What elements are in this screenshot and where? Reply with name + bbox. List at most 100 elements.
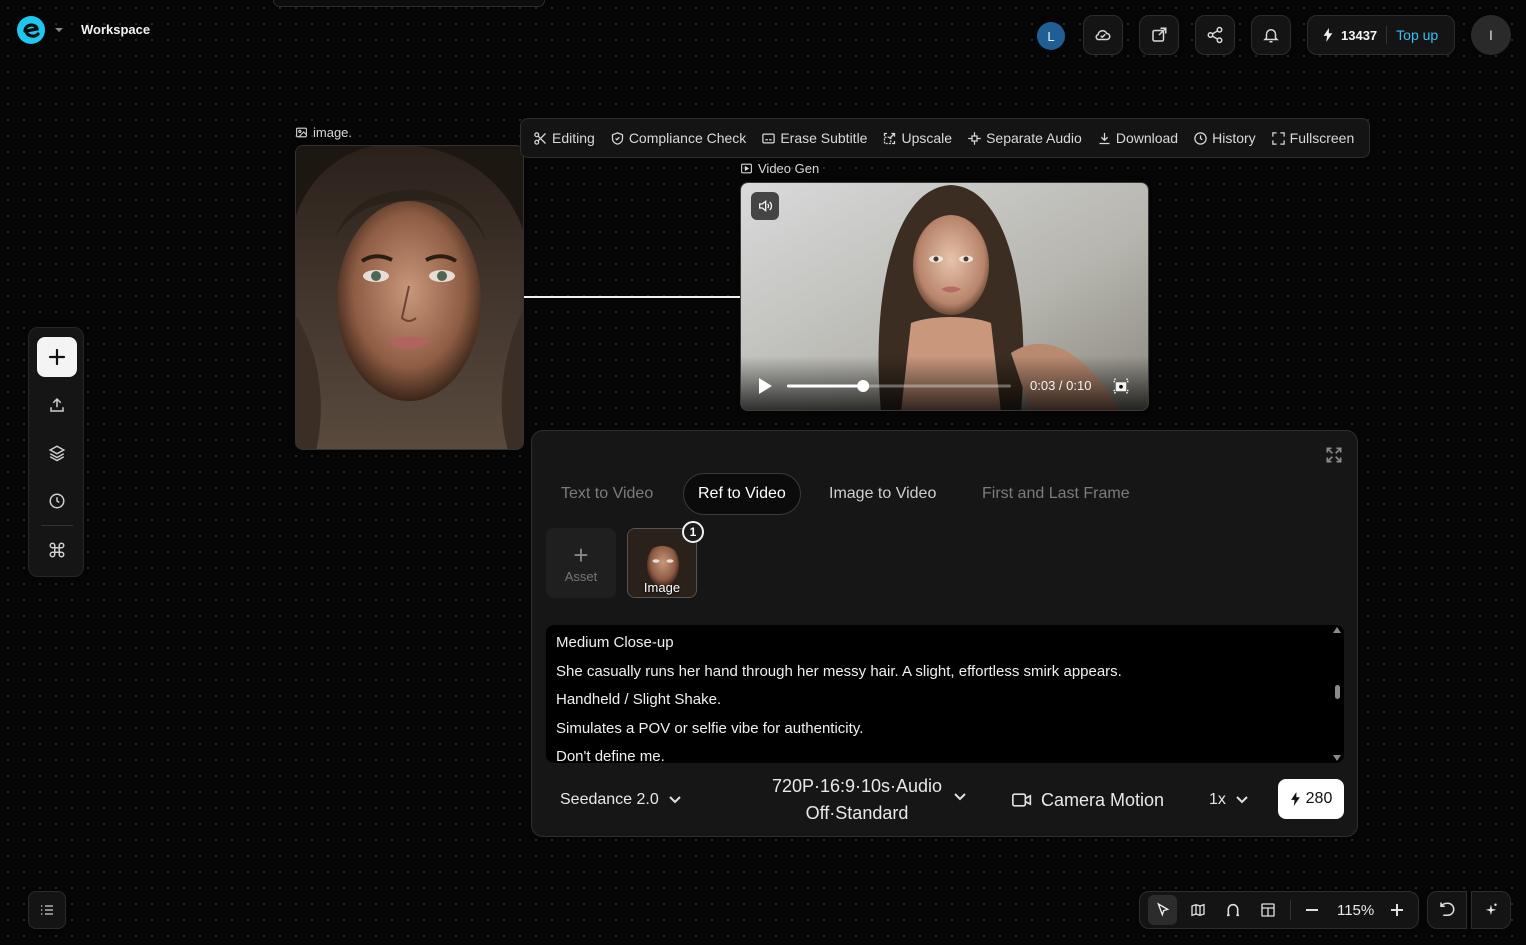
snapshot-button[interactable] — [1112, 377, 1130, 395]
top-panel-stub — [273, 0, 545, 7]
share-icon — [1206, 26, 1224, 44]
editing-label: Editing — [552, 130, 595, 146]
image-node-preview[interactable] — [295, 145, 524, 450]
generate-button[interactable]: 280 — [1278, 779, 1344, 819]
shortcuts-button[interactable] — [37, 532, 77, 568]
prompt-line: Simulates a POV or selfie vibe for authe… — [556, 719, 864, 737]
video-node-label: Video Gen — [740, 161, 819, 176]
play-button[interactable] — [757, 377, 773, 395]
erase-subtitle-label: Erase Subtitle — [780, 130, 868, 146]
asset-count-badge: 1 — [682, 521, 704, 543]
video-node-title: Video Gen — [758, 161, 820, 176]
scroll-down-arrow-icon[interactable] — [1333, 755, 1341, 761]
image-node-title: image. — [313, 125, 353, 140]
ai-assist-button[interactable] — [1471, 891, 1511, 929]
speed-select[interactable]: 1x — [1209, 771, 1248, 829]
prompt-textarea[interactable]: Medium Close-up She casually runs her ha… — [546, 625, 1344, 763]
chevron-down-icon[interactable] — [954, 793, 966, 801]
tab-image-to-video[interactable]: Image to Video — [829, 473, 936, 515]
prompt-line: Medium Close-up — [556, 634, 674, 651]
list-icon — [39, 902, 55, 918]
zoom-out-button[interactable] — [1297, 895, 1326, 925]
camera-motion-button[interactable]: Camera Motion — [1012, 771, 1164, 829]
image-node-label: image. — [295, 125, 352, 140]
editing-button[interactable]: Editing — [533, 130, 595, 146]
user-avatar[interactable]: I — [1471, 15, 1511, 55]
compliance-check-button[interactable]: Compliance Check — [610, 130, 746, 146]
settings-line-1: 720P·16:9·10s·Audio — [771, 776, 943, 796]
prompt-line: Handheld / Slight Shake. — [556, 691, 722, 709]
zoom-level[interactable]: 115% — [1332, 902, 1379, 919]
add-node-button[interactable] — [37, 337, 77, 377]
upload-button[interactable] — [37, 387, 77, 423]
download-label: Download — [1115, 130, 1179, 146]
history-item-button[interactable]: History — [1193, 130, 1256, 146]
select-tool-button[interactable] — [1148, 895, 1178, 925]
separate-audio-button[interactable]: Separate Audio — [967, 130, 1082, 146]
cloud-icon — [1094, 26, 1112, 44]
tab-text-to-video[interactable]: Text to Video — [561, 473, 653, 515]
model-select[interactable]: Seedance 2.0 — [560, 771, 681, 829]
undo-icon — [1438, 901, 1456, 919]
prompt-line: Don't define me. — [556, 748, 665, 763]
video-time: 0:03 / 0:10 — [1030, 378, 1092, 393]
upscale-button[interactable]: Upscale — [882, 130, 952, 146]
clock-icon — [48, 492, 66, 510]
layers-button[interactable] — [37, 435, 77, 471]
layout-icon — [1260, 902, 1276, 918]
video-settings-select[interactable]: 720P·16:9·10s·Audio Off·Standard — [732, 771, 982, 829]
video-progress-slider[interactable] — [787, 378, 1011, 394]
history-label: History — [1212, 130, 1256, 146]
node-toolbar: Editing Compliance Check Erase Subtitle … — [520, 118, 1370, 158]
bell-icon — [1262, 26, 1280, 44]
prompt-line: She casually runs her hand through her m… — [556, 662, 1122, 680]
fullscreen-button[interactable]: Fullscreen — [1271, 130, 1354, 146]
zoom-in-button[interactable] — [1383, 895, 1412, 925]
download-button[interactable]: Download — [1097, 130, 1178, 146]
scrollbar-thumb[interactable] — [1335, 685, 1340, 699]
subtitle-icon — [761, 131, 776, 146]
top-up-link[interactable]: Top up — [1396, 27, 1438, 43]
minus-icon — [1304, 902, 1320, 918]
credits-pill[interactable]: 13437 Top up — [1307, 15, 1455, 55]
open-external-button[interactable] — [1139, 15, 1179, 55]
camera-motion-label: Camera Motion — [1041, 789, 1165, 810]
plus-icon — [1389, 902, 1405, 918]
node-connector — [524, 296, 741, 298]
speaker-icon — [757, 198, 773, 214]
expand-icon — [1324, 445, 1344, 465]
undo-button[interactable] — [1427, 891, 1467, 929]
clock-icon — [1193, 131, 1208, 146]
generate-cost: 280 — [1305, 790, 1333, 807]
map-tool-button[interactable] — [1183, 895, 1212, 925]
generation-panel: Text to Video Ref to Video Image to Vide… — [531, 430, 1358, 837]
magnet-tool-button[interactable] — [1218, 895, 1247, 925]
sound-toggle-button[interactable] — [751, 192, 779, 220]
share-button[interactable] — [1195, 15, 1235, 55]
layout-tool-button[interactable] — [1253, 895, 1282, 925]
canvas-controls: 115% — [1139, 891, 1419, 929]
divider — [1386, 26, 1388, 44]
tab-first-and-last-frame[interactable]: First and Last Frame — [982, 473, 1130, 515]
chevron-down-icon[interactable] — [53, 25, 65, 35]
plus-icon: + — [573, 539, 589, 570]
model-value: Seedance 2.0 — [560, 791, 659, 808]
expand-panel-button[interactable] — [1324, 445, 1344, 465]
scroll-up-arrow-icon[interactable] — [1333, 627, 1341, 633]
video-player[interactable]: 0:03 / 0:10 — [740, 182, 1149, 411]
cloud-sync-button[interactable] — [1083, 15, 1123, 55]
outline-button[interactable] — [28, 891, 66, 929]
app-logo-icon[interactable] — [16, 14, 46, 46]
erase-subtitle-button[interactable]: Erase Subtitle — [761, 130, 867, 146]
add-asset-button[interactable]: + Asset — [546, 528, 616, 598]
collaborator-avatar[interactable]: L — [1037, 22, 1065, 50]
tab-ref-to-video[interactable]: Ref to Video — [683, 473, 801, 515]
separate-audio-icon — [967, 131, 982, 146]
plus-icon — [48, 348, 66, 366]
speed-value: 1x — [1209, 791, 1226, 808]
shield-check-icon — [610, 131, 625, 146]
chevron-down-icon — [1236, 796, 1248, 804]
workspace-title[interactable]: Workspace — [81, 22, 150, 37]
history-button[interactable] — [37, 483, 77, 519]
notifications-button[interactable] — [1251, 15, 1291, 55]
